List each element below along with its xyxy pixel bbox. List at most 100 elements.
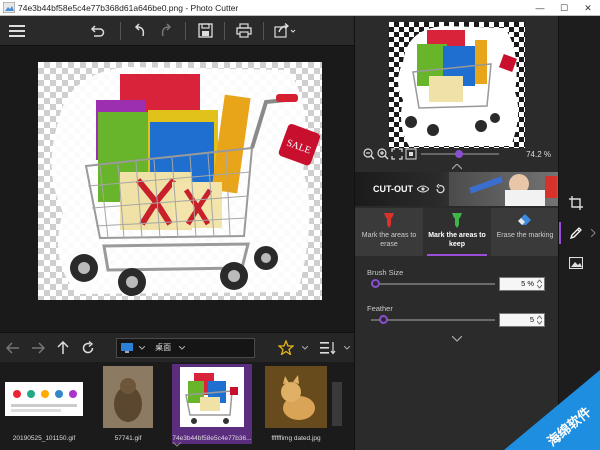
- chevron-up-icon[interactable]: [452, 164, 462, 170]
- toolbar-separator: [224, 21, 225, 40]
- folder-navigation-bar: 桌面: [0, 332, 354, 362]
- menu-button[interactable]: [0, 16, 34, 46]
- brush-size-slider[interactable]: [371, 279, 495, 288]
- pen-icon: [569, 227, 582, 240]
- chevron-down-icon[interactable]: [452, 336, 462, 342]
- redo-icon: [161, 22, 172, 36]
- mode-label: Mark the areas to erase: [361, 232, 417, 248]
- thumbnail-item-selected[interactable]: 74e3b44bf58e5c4e77b36...: [172, 364, 252, 444]
- thumbnail-strip: 20190525_101150.gif 57741.gif 74e3b44bf5…: [0, 362, 354, 450]
- zoom-slider-knob[interactable]: [455, 150, 463, 158]
- main-toolbar: [0, 16, 354, 46]
- thumbnail-item[interactable]: 57741.gif: [88, 364, 168, 444]
- redo-button[interactable]: [153, 16, 179, 46]
- thumbnail-image: [265, 366, 327, 428]
- thumbnail-strip-scroll-handle[interactable]: [332, 382, 342, 426]
- undo-button[interactable]: [80, 16, 114, 46]
- mode-erase-marking[interactable]: Erase the marking: [491, 208, 559, 256]
- image-icon: [569, 257, 583, 269]
- shopping-cart-image: SALE: [51, 67, 321, 296]
- marker-red-icon: [384, 213, 394, 228]
- mode-mark-erase[interactable]: Mark the areas to erase: [355, 208, 423, 256]
- crop-icon: [569, 196, 583, 210]
- brush-size-label: Brush Size: [367, 268, 404, 277]
- cutout-title: CUT-OUT: [373, 184, 413, 194]
- chevron-right-icon[interactable]: [591, 229, 596, 237]
- thumbnail-caption: 57741.gif: [114, 435, 142, 442]
- sort-button[interactable]: [316, 333, 341, 363]
- print-icon: [236, 23, 252, 38]
- feather-control: Feather 5: [355, 302, 559, 336]
- navigator-preview[interactable]: [389, 22, 525, 148]
- title-bar: 74e3b44bf58e5c4e77b368d61a646be0.png - P…: [0, 0, 600, 16]
- folder-path-dropdown[interactable]: 桌面: [116, 337, 255, 358]
- zoom-slider[interactable]: [421, 150, 499, 158]
- arrow-right-icon: [31, 341, 45, 354]
- crop-tool-button[interactable]: [565, 192, 587, 214]
- fit-to-window-icon[interactable]: [391, 148, 403, 160]
- feather-knob[interactable]: [379, 315, 388, 324]
- print-button[interactable]: [231, 16, 257, 46]
- refresh-button[interactable]: [75, 333, 100, 363]
- save-button[interactable]: [192, 16, 218, 46]
- feather-slider[interactable]: [371, 315, 495, 324]
- undo-step-icon: [134, 22, 145, 36]
- chevron-down-icon[interactable]: [173, 442, 181, 447]
- cutout-tool-button[interactable]: [565, 222, 587, 244]
- back-button[interactable]: [0, 333, 25, 363]
- active-tool-indicator: [559, 222, 561, 244]
- brush-size-knob[interactable]: [371, 279, 380, 288]
- favorites-button[interactable]: [273, 333, 298, 363]
- zoom-out-icon[interactable]: [363, 148, 375, 160]
- thumbnail-item[interactable]: 20190525_101150.gif: [4, 364, 84, 444]
- reset-icon[interactable]: [435, 184, 445, 194]
- zoom-in-icon[interactable]: [377, 148, 389, 160]
- brush-size-control: Brush Size 5 %: [355, 266, 559, 300]
- up-button[interactable]: [50, 333, 75, 363]
- background-tool-button[interactable]: [565, 252, 587, 274]
- thumbnail-image: [5, 382, 83, 416]
- thumbnail-image: [180, 367, 244, 427]
- window-title: 74e3b44bf58e5c4e77b368d61a646be0.png - P…: [18, 2, 239, 13]
- undo-icon: [90, 24, 105, 37]
- folder-path-label: 桌面: [155, 343, 172, 352]
- save-icon: [197, 23, 213, 38]
- marking-modes: Mark the areas to erase Mark the areas to…: [355, 208, 559, 256]
- toolbar-separator: [185, 21, 186, 40]
- chevron-down-icon: [344, 345, 351, 350]
- feather-label: Feather: [367, 304, 393, 313]
- forward-button[interactable]: [25, 333, 50, 363]
- thumbnail-item[interactable]: ffffffimg dated.jpg: [256, 364, 336, 444]
- zoom-controls: 74.2 %: [363, 146, 553, 162]
- thumbnail-caption: 74e3b44bf58e5c4e77b36...: [172, 435, 252, 442]
- cutout-header: CUT-OUT: [355, 172, 559, 206]
- app-icon: [3, 2, 15, 13]
- maximize-button[interactable]: ☐: [552, 0, 576, 16]
- transparency-grid: SALE: [38, 62, 322, 300]
- spinner-arrows-icon[interactable]: [537, 315, 542, 325]
- chevron-down-icon: [301, 345, 308, 350]
- share-button[interactable]: [270, 16, 300, 46]
- image-canvas[interactable]: SALE: [0, 46, 354, 332]
- actual-size-icon[interactable]: [405, 148, 417, 160]
- share-icon: [274, 23, 296, 38]
- favorites-dropdown[interactable]: [298, 333, 311, 363]
- sort-dropdown[interactable]: [341, 333, 354, 363]
- zoom-value: 74.2 %: [526, 149, 551, 159]
- star-icon: [277, 340, 294, 355]
- minimize-button[interactable]: —: [528, 0, 552, 16]
- cutout-banner-photo: [449, 172, 559, 206]
- chevron-down-icon: [179, 345, 186, 350]
- watermark-badge: 海绵软件: [504, 370, 600, 450]
- mode-label: Mark the areas to keep: [428, 232, 486, 248]
- undo-step-button[interactable]: [127, 16, 153, 46]
- close-button[interactable]: ✕: [576, 0, 600, 16]
- eraser-icon: [518, 214, 531, 225]
- spinner-arrows-icon[interactable]: [537, 279, 542, 289]
- marker-green-icon: [452, 213, 462, 228]
- thumbnail-caption: ffffffimg dated.jpg: [271, 435, 321, 442]
- eye-icon[interactable]: [417, 185, 429, 193]
- sort-list-icon: [320, 341, 336, 354]
- refresh-icon: [82, 340, 93, 353]
- mode-mark-keep[interactable]: Mark the areas to keep: [423, 208, 491, 256]
